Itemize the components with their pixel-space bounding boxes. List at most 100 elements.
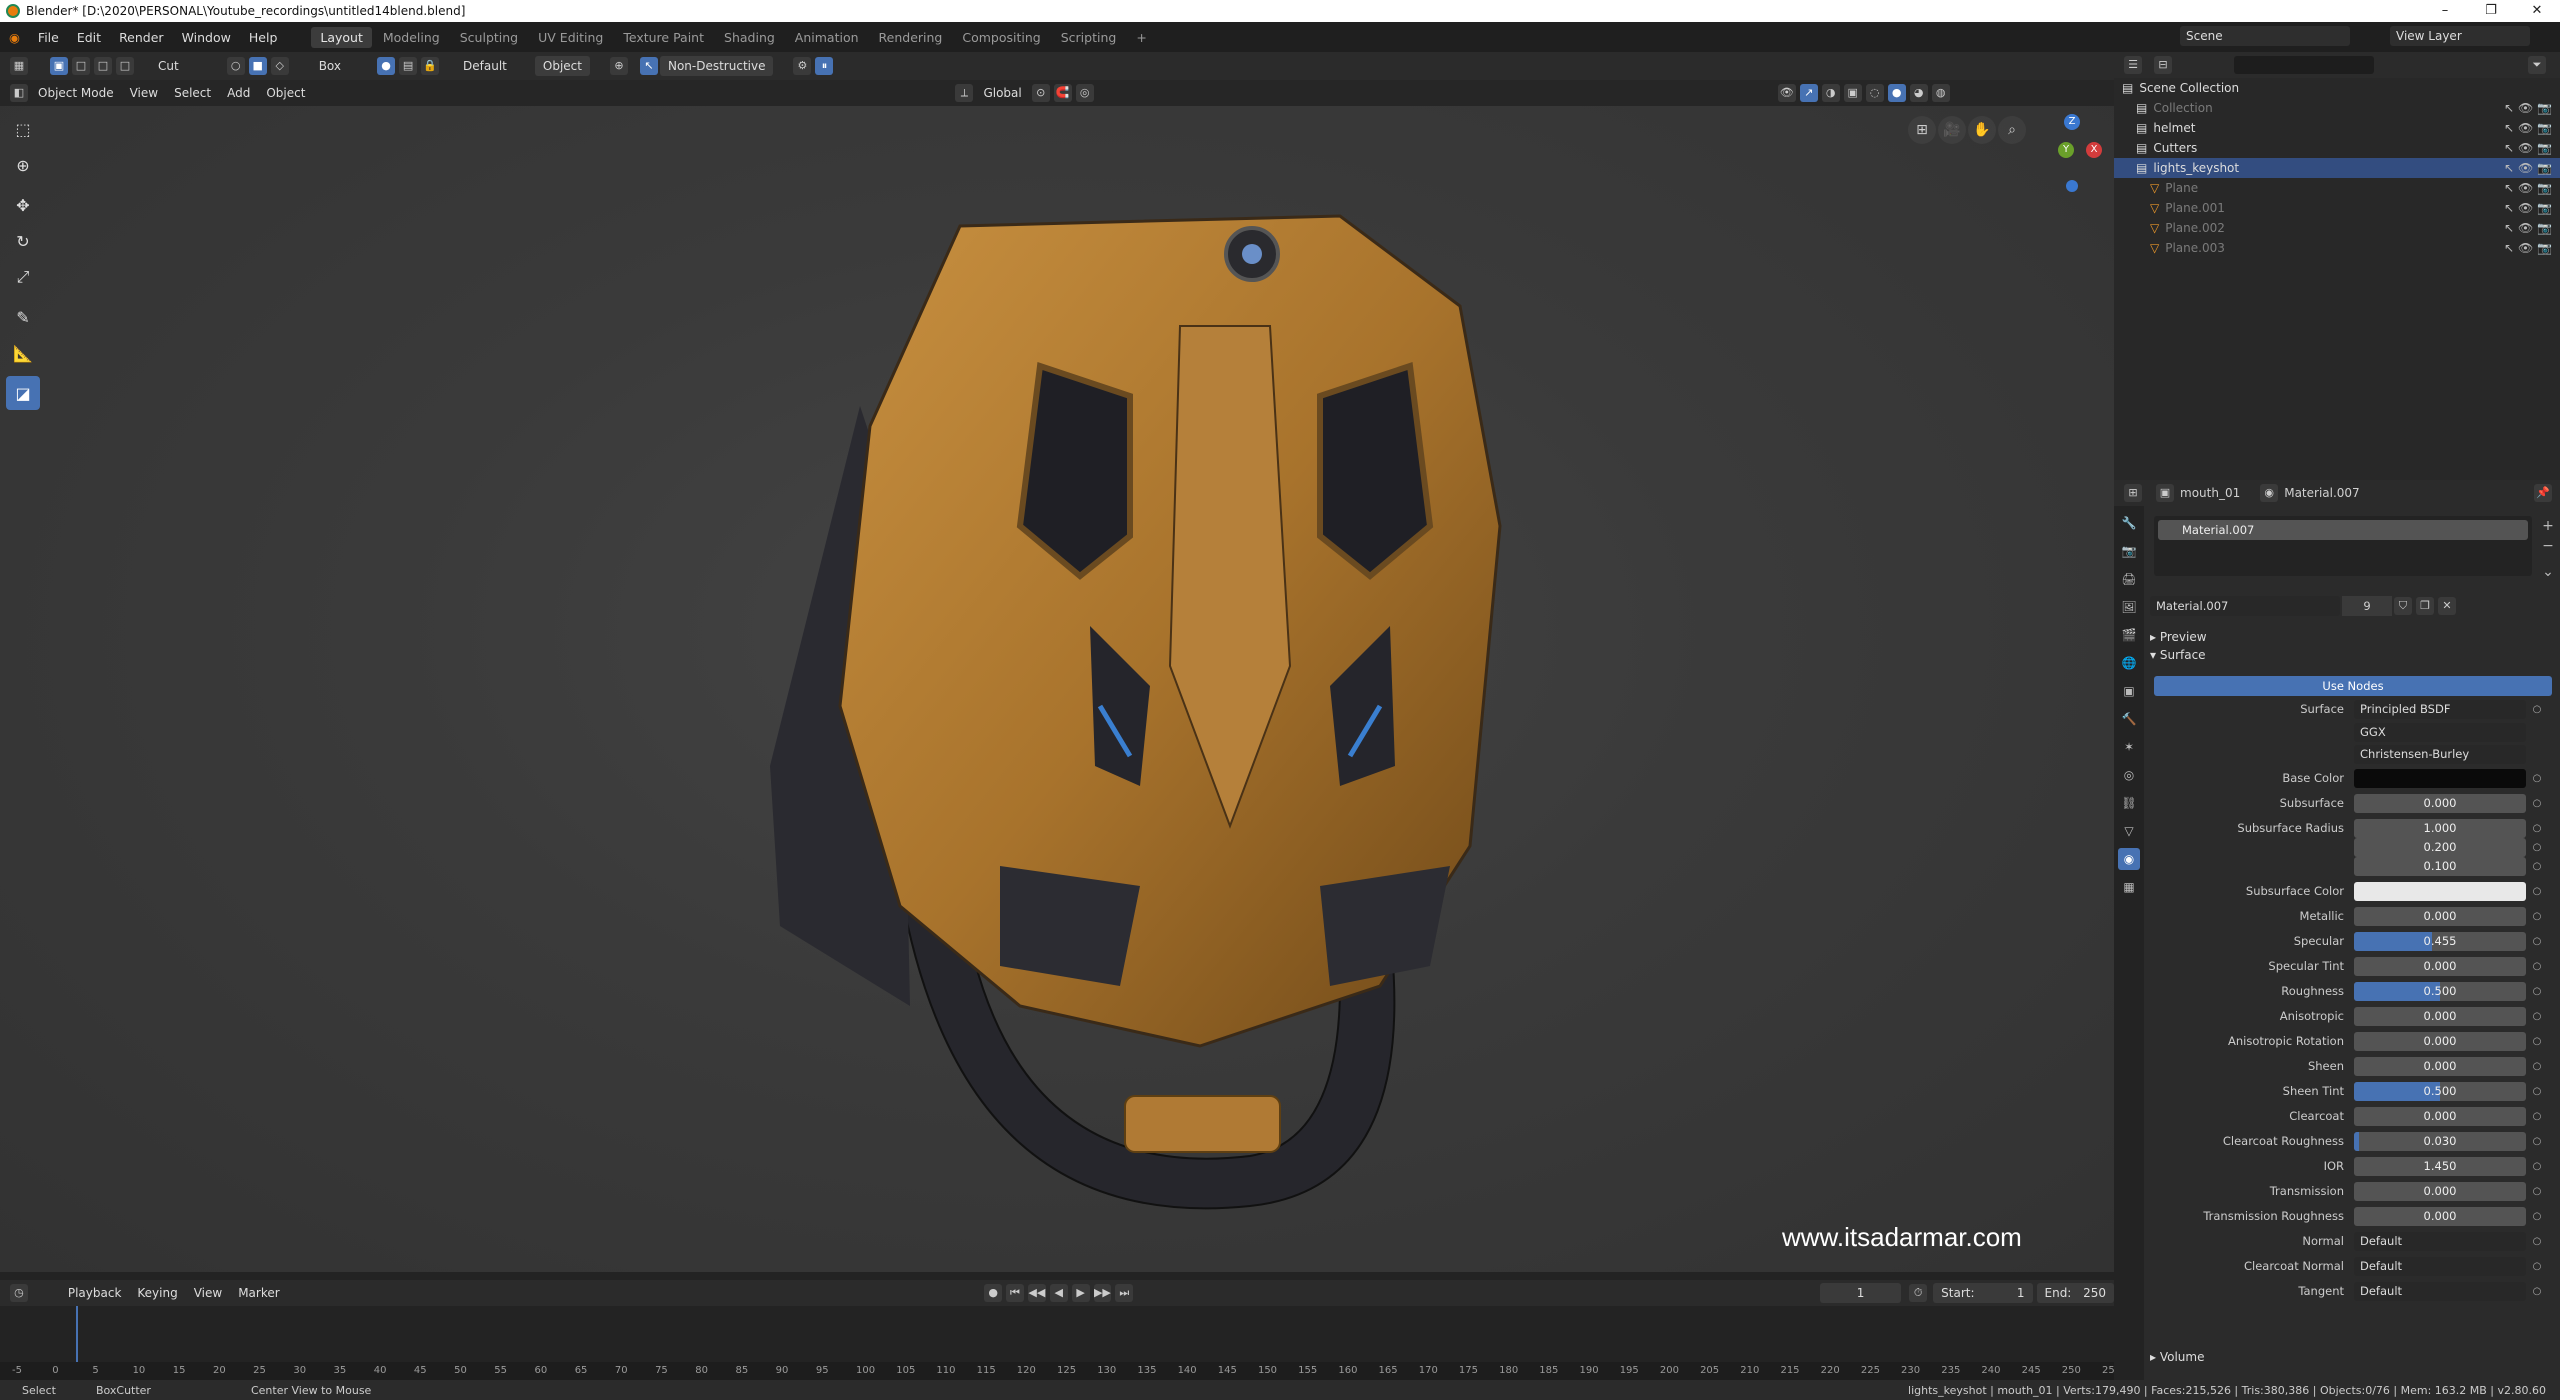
value-slider[interactable]: 0.500 [2354, 1081, 2526, 1101]
surface-panel-header[interactable]: ▾ Surface [2150, 648, 2206, 662]
vector-input-select[interactable]: Default [2354, 1231, 2526, 1251]
start-frame-field[interactable]: Start: 1 [1933, 1283, 2033, 1303]
tab-layout[interactable]: Layout [311, 26, 372, 48]
filter-icon[interactable]: ⏷ [2528, 56, 2546, 74]
record-icon[interactable]: ● [984, 1284, 1003, 1302]
link-dot-icon[interactable]: ○ [2532, 704, 2542, 715]
boxcutter-tool-icon[interactable]: ◪ [6, 376, 40, 410]
material-datablock-name[interactable]: Material.007 [2150, 596, 2340, 616]
texture-tab-icon[interactable]: ▦ [2118, 876, 2140, 898]
current-frame-field[interactable]: 1 [1819, 1283, 1902, 1303]
outliner-row[interactable]: ▤ Scene Collection [2114, 78, 2560, 98]
menu-playback[interactable]: Playback [60, 1283, 130, 1303]
value-slider[interactable]: 0.000 [2354, 1181, 2526, 1201]
material-datablock[interactable]: Material.007 9 ⛉ ❐ ✕ [2150, 596, 2526, 616]
value-slider[interactable]: 0.000 [2354, 906, 2526, 926]
outliner-row[interactable]: ▽ Plane ↖ 👁 📷 [2114, 178, 2560, 198]
object-tab-icon[interactable]: ▣ [2118, 680, 2140, 702]
ngon-shape-icon[interactable]: ◇ [270, 57, 289, 75]
tab-uv-editing[interactable]: UV Editing [529, 27, 612, 48]
remove-slot-icon[interactable]: − [2540, 536, 2556, 556]
play-reverse-icon[interactable]: ◀ [1049, 1284, 1068, 1302]
visibility-toggles[interactable]: ↖ 👁 📷 [2504, 158, 2552, 178]
volume-panel-header[interactable]: ▸ Volume [2150, 1350, 2204, 1364]
data-tab-icon[interactable]: ▽ [2118, 820, 2140, 842]
3d-viewport[interactable]: ⊞ 🎥 ✋ ⌕ Z Y X [0, 106, 2114, 1272]
distribution-select[interactable]: GGX [2354, 722, 2526, 742]
tab-modeling[interactable]: Modeling [374, 27, 449, 48]
link-dot-icon[interactable]: ○ [2532, 1086, 2542, 1097]
camera-icon[interactable]: 🎥 [1938, 116, 1966, 144]
menu-add[interactable]: Add [219, 83, 258, 103]
pivot-icon[interactable]: ⊕ [609, 57, 628, 75]
gizmo-x-axis[interactable]: X [2086, 142, 2102, 158]
outliner-row[interactable]: ▤ helmet ↖ 👁 📷 [2114, 118, 2560, 138]
sss-method-select[interactable]: Christensen-Burley [2354, 744, 2526, 764]
outliner-row[interactable]: ▽ Plane.002 ↖ 👁 📷 [2114, 218, 2560, 238]
menu-edit[interactable]: Edit [68, 30, 110, 45]
output-tab-icon[interactable]: 🖨 [2118, 568, 2140, 590]
outliner-row[interactable]: ▽ Plane.003 ↖ 👁 📷 [2114, 238, 2560, 258]
blender-menu-icon[interactable]: ◉ [0, 30, 29, 45]
menu-timeline-view[interactable]: View [186, 1283, 230, 1303]
link-dot-icon[interactable]: ○ [2532, 1236, 2542, 1247]
color-swatch[interactable] [2354, 881, 2526, 901]
value-slider[interactable]: 0.000 [2354, 956, 2526, 976]
value-slider[interactable]: 0.000 [2354, 1006, 2526, 1026]
rendered-shading-icon[interactable]: ◍ [1931, 84, 1950, 102]
outliner-row[interactable]: ▤ lights_keyshot ↖ 👁 📷 [2114, 158, 2560, 178]
default-preset[interactable]: Default [455, 56, 515, 76]
timeline-area[interactable]: -5 0 5 10 15 20 25 30 35 40 45 50 55 60 65 70 75 80 85 90 95… [0, 1306, 2121, 1380]
jump-end-icon[interactable]: ⏭ [1115, 1284, 1134, 1302]
value-slider[interactable]: 0.000 [2354, 1206, 2526, 1226]
scale-tool-icon[interactable]: ⤢ [6, 260, 40, 294]
menu-object[interactable]: Object [258, 83, 313, 103]
clock-icon[interactable]: ⏱ [1909, 1284, 1928, 1302]
timeline-editor-icon[interactable]: ◷ [10, 1284, 28, 1302]
slot-menu-icon[interactable]: ⌄ [2540, 562, 2556, 582]
snapping-icon[interactable]: 🧲 [1053, 84, 1072, 102]
gizmo-neg-z[interactable] [2066, 180, 2078, 192]
nondestructive-icon[interactable]: ↖ [639, 57, 658, 75]
rotate-tool-icon[interactable]: ↻ [6, 224, 40, 258]
toggle-camera-view-icon[interactable]: ⊞ [1908, 116, 1936, 144]
non-destructive-mode[interactable]: Non-Destructive [659, 56, 774, 76]
surface-shader-select[interactable]: Principled BSDF [2354, 699, 2526, 719]
pin-icon[interactable]: 📌 [2534, 484, 2552, 502]
value-slider[interactable]: 1.000 [2354, 818, 2526, 838]
menu-view[interactable]: View [122, 83, 166, 103]
link-dot-icon[interactable]: ○ [2532, 1011, 2542, 1022]
end-frame-field[interactable]: End: 250 [2036, 1283, 2115, 1303]
prev-key-icon[interactable]: ◀◀ [1027, 1284, 1046, 1302]
vector-input-select[interactable]: Default [2354, 1256, 2526, 1276]
cursor-tool-icon[interactable]: ⊕ [6, 148, 40, 182]
minimize-button[interactable]: – [2422, 0, 2468, 22]
cut-mode[interactable]: Cut [150, 56, 187, 76]
material-shading-icon[interactable]: ◕ [1909, 84, 1928, 102]
material-tab-icon[interactable]: ◉ [2118, 848, 2140, 870]
menu-render[interactable]: Render [110, 30, 173, 45]
measure-tool-icon[interactable]: 📐 [6, 336, 40, 370]
zoom-icon[interactable]: ⌕ [1998, 116, 2026, 144]
physics-tab-icon[interactable]: ◎ [2118, 764, 2140, 786]
play-icon[interactable]: ▶ [1071, 1284, 1090, 1302]
duplicate-icon[interactable]: ❐ [2416, 597, 2434, 615]
link-dot-icon[interactable]: ○ [2532, 773, 2542, 784]
outliner-row[interactable]: ▤ Collection ↖ 👁 📷 [2114, 98, 2560, 118]
scene-selector[interactable]: Scene [2180, 26, 2350, 46]
close-button[interactable]: ✕ [2514, 0, 2560, 22]
color-swatch[interactable] [2354, 768, 2526, 788]
tool-tab-icon[interactable]: 🔧 [2118, 512, 2140, 534]
proportional-edit-icon[interactable]: ◎ [1075, 84, 1094, 102]
solid-shading-icon[interactable]: ● [1887, 84, 1906, 102]
add-slot-icon[interactable]: + [2540, 516, 2556, 536]
material-slot-item[interactable]: Material.007 [2158, 520, 2528, 540]
value-slider[interactable]: 0.100 [2354, 856, 2526, 876]
visibility-toggles[interactable]: ↖ 👁 📷 [2504, 178, 2552, 198]
properties-editor-icon[interactable]: ⊞ [2124, 484, 2142, 502]
menu-marker[interactable]: Marker [230, 1283, 287, 1303]
link-dot-icon[interactable]: ○ [2532, 823, 2542, 834]
visibility-toggles[interactable]: ↖ 👁 📷 [2504, 98, 2552, 118]
modifier-tab-icon[interactable]: 🔨 [2118, 708, 2140, 730]
settings-gear-icon[interactable]: ⚙ [793, 57, 812, 75]
